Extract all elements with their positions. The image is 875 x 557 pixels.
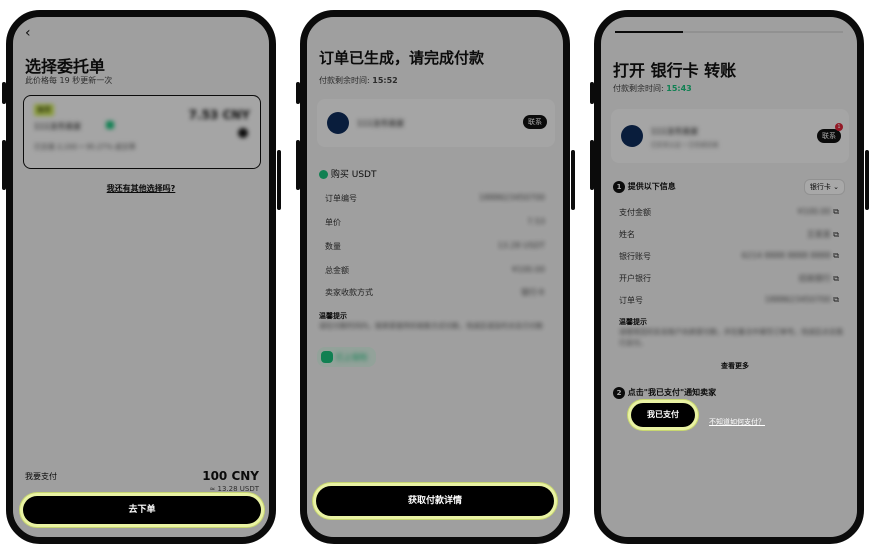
seller-sub: 已实名认证 • 已完成交易 [651,142,719,149]
order-card[interactable]: 推荐 111法币商家 7.53 CNY 已交易 2,193 • 95.27% 成… [23,95,261,169]
info-row: 开户银行 招商银行 ⧉ [619,274,839,283]
recommend-tag: 推荐 [34,104,54,116]
phone-order-created: 订单已生成，请完成付款 付款剩余时间: 15:52 111法币商家 联系 购买 … [300,10,570,544]
pay-usdt: ≈ 13.28 USDT [209,485,259,493]
page-title: 打开 银行卡 转账 [613,61,737,80]
coin-icon [238,128,248,138]
chat-button[interactable]: 联系 [817,129,841,143]
seller-card: 111法币商家 已实名认证 • 已完成交易 联系 1 [611,109,849,163]
copy-icon[interactable]: ⧉ [833,251,839,260]
copy-icon[interactable]: ⧉ [833,230,839,239]
detail-row: 总金额 ¥100.00 [325,265,545,275]
detail-row: 数量 13.28 USDT [325,241,545,251]
back-icon[interactable]: ‹ [25,25,31,41]
detail-row: 单价 7.53 [325,217,545,227]
other-choice-link[interactable]: 我还有其他选择吗? [13,183,269,194]
avatar [327,112,349,134]
step1-number: 1 [613,181,625,193]
notice-text: 请使用您的实名账户向卖家付款，并在备注中填写订单号。完成后点击我已支付。 [619,328,843,347]
place-order-button[interactable]: 去下单 [23,496,261,524]
get-payment-details-button[interactable]: 获取付款详情 [316,486,554,516]
timer-label: 付款剩余时间: [319,76,370,85]
info-row: 支付金额 ¥100.00 ⧉ [619,207,839,217]
method-selector[interactable]: 银行卡 ⌄ [803,179,845,195]
timer-value: 15:43 [666,84,692,93]
i-have-paid-button[interactable]: 我已支付 [631,403,695,427]
check-icon [319,170,328,179]
info-row: 订单号 1888623450700 ⧉ [619,295,839,305]
copy-icon[interactable]: ⧉ [833,295,839,304]
avatar [621,125,643,147]
timer-label: 付款剩余时间: [613,84,664,93]
notice-title: 温馨提示 [619,318,647,326]
info-row: 姓名 王某某 ⧉ [619,230,839,239]
card-price: 7.53 CNY [188,108,250,122]
dim-overlay [307,17,563,537]
notice-text: 请在付款时间内，按卖家提供的收款方式付款，完成后请及时点击已付款 [319,322,543,330]
seller-name: 111法币商家 [34,122,82,131]
pay-label: 我要支付 [25,472,57,481]
notice-link[interactable]: 查看更多 [721,361,749,371]
page-title: 选择委托单 [25,57,106,76]
detail-row: 卖家收款方式 银行卡 [325,288,545,297]
refresh-hint: 此价格每 19 秒更新一次 [25,76,113,85]
step2-header: 2 点击"我已支付"通知卖家 [613,387,716,399]
pay-amount: 100 CNY [202,469,259,483]
phone-bank-transfer: 打开 银行卡 转账 付款剩余时间: 15:43 111法币商家 已实名认证 • … [594,10,864,544]
seller-card: 111法币商家 联系 [317,99,555,147]
step1-header: 1 提供以下信息 [613,181,676,193]
verified-icon [106,121,114,129]
card-stats: 已交易 2,193 • 95.27% 成交率 [34,143,136,151]
help-link[interactable]: 不知道如何支付？ [709,417,765,427]
copy-icon[interactable]: ⧉ [833,274,839,283]
page-title: 订单已生成，请完成付款 [319,49,485,67]
timer-value: 15:52 [372,76,398,85]
timer: 付款剩余时间: 15:52 [319,75,398,86]
detail-row: 订单编号 1888623450700 [325,193,545,203]
progress-bar [615,31,843,33]
buy-usdt-label: 购买 USDT [319,167,376,180]
step2-number: 2 [613,387,625,399]
copy-icon[interactable]: ⧉ [833,207,839,216]
phone-select-order: ‹ 选择委托单 此价格每 19 秒更新一次 推荐 111法币商家 7.53 CN… [6,10,276,544]
shield-icon [321,351,333,363]
info-row: 银行账号 6214 8888 8888 8888 ⧉ [619,251,839,261]
chat-button[interactable]: 联系 [523,115,547,129]
seller-name: 111法币商家 [357,119,405,128]
unread-badge: 1 [835,123,843,131]
timer: 付款剩余时间: 15:43 [613,83,692,94]
seller-name: 111法币商家 [651,127,699,136]
notice-title: 温馨提示 [319,312,347,320]
insurance-badge[interactable]: 已上保险 [317,347,376,367]
chevron-down-icon: ⌄ [833,183,839,191]
